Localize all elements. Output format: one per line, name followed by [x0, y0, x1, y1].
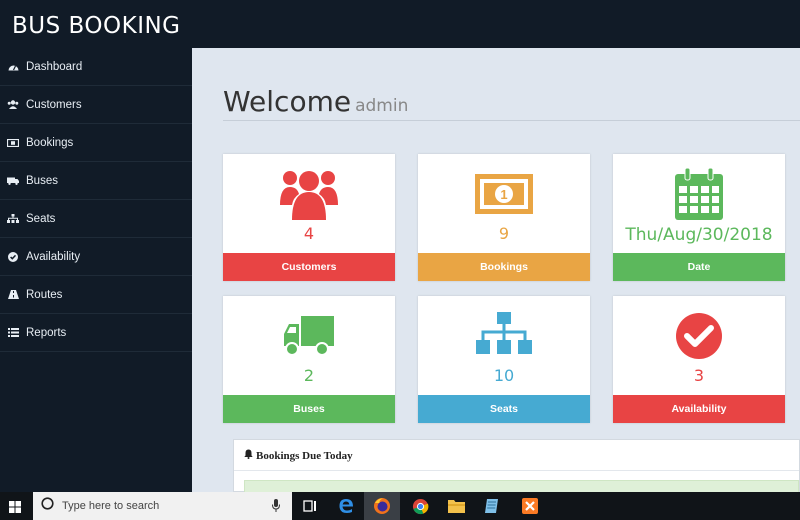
svg-text:1: 1 — [500, 187, 507, 202]
sidebar-item-label: Availability — [26, 250, 81, 263]
stat-card-date: Thu/Aug/30/2018 Date — [613, 154, 785, 281]
sidebar: Dashboard Customers Bookings Buses Seats… — [0, 48, 192, 492]
xampp-icon[interactable] — [512, 492, 548, 520]
top-bar: BUS BOOKING — [0, 0, 800, 48]
welcome-username: admin — [355, 96, 409, 116]
sidebar-item-label: Seats — [26, 212, 56, 225]
list-icon — [6, 326, 20, 340]
calendar-icon — [613, 164, 785, 224]
stat-card-availability: 3 Availability — [613, 296, 785, 423]
sidebar-item-buses[interactable]: Buses — [0, 162, 192, 200]
availability-count: 3 — [693, 366, 705, 385]
users-icon — [223, 164, 395, 224]
seats-icon — [6, 212, 20, 226]
sitemap-icon — [418, 306, 590, 366]
sidebar-item-seats[interactable]: Seats — [0, 200, 192, 238]
search-placeholder: Type here to search — [62, 500, 160, 512]
main-content: Welcome admin 4 Customers 1 9 Bookings T… — [192, 48, 800, 494]
sidebar-item-label: Reports — [26, 326, 67, 339]
truck-icon — [223, 306, 395, 366]
brand-title[interactable]: BUS BOOKING — [12, 13, 181, 39]
sidebar-item-availability[interactable]: Availability — [0, 238, 192, 276]
sidebar-item-customers[interactable]: Customers — [0, 86, 192, 124]
panel-title: Bookings Due Today — [244, 449, 353, 462]
panel-divider — [234, 470, 799, 471]
panel-title-text: Bookings Due Today — [256, 449, 353, 462]
road-icon — [6, 288, 20, 302]
stat-card-bookings: 1 9 Bookings — [418, 154, 590, 281]
taskbar: Type here to search — [0, 492, 800, 520]
sidebar-item-routes[interactable]: Routes — [0, 276, 192, 314]
bookings-button[interactable]: Bookings — [418, 253, 590, 281]
welcome-text: Welcome — [223, 85, 352, 118]
availability-button[interactable]: Availability — [613, 395, 785, 423]
sidebar-item-label: Customers — [26, 98, 82, 111]
sidebar-item-dashboard[interactable]: Dashboard — [0, 48, 192, 86]
notes-app-icon[interactable] — [474, 492, 510, 520]
sidebar-item-reports[interactable]: Reports — [0, 314, 192, 352]
chrome-icon[interactable] — [402, 492, 438, 520]
cortana-icon — [41, 497, 54, 515]
check-circle-icon — [6, 250, 20, 264]
customers-count: 4 — [303, 224, 315, 243]
bookings-due-panel: Bookings Due Today — [233, 439, 800, 494]
customers-button[interactable]: Customers — [223, 253, 395, 281]
taskbar-search-box[interactable]: Type here to search — [33, 492, 292, 520]
date-button[interactable]: Date — [613, 253, 785, 281]
sidebar-item-label: Bookings — [26, 136, 74, 149]
task-view-icon[interactable] — [292, 492, 328, 520]
microphone-icon[interactable] — [272, 499, 280, 517]
ticket-icon — [6, 136, 20, 150]
buses-button[interactable]: Buses — [223, 395, 395, 423]
firefox-icon[interactable] — [364, 492, 400, 520]
current-date: Thu/Aug/30/2018 — [625, 225, 773, 245]
edge-browser-icon[interactable] — [328, 492, 364, 520]
users-icon — [6, 98, 20, 112]
page-title: Welcome admin — [223, 85, 408, 118]
sidebar-item-label: Routes — [26, 288, 63, 301]
dashboard-icon — [6, 60, 20, 74]
sidebar-item-bookings[interactable]: Bookings — [0, 124, 192, 162]
stat-card-seats: 10 Seats — [418, 296, 590, 423]
stat-card-buses: 2 Buses — [223, 296, 395, 423]
sidebar-item-label: Dashboard — [26, 60, 83, 73]
money-icon: 1 — [418, 164, 590, 224]
title-divider — [223, 120, 800, 121]
sidebar-item-label: Buses — [26, 174, 58, 187]
windows-start-icon[interactable] — [9, 500, 21, 518]
seats-button[interactable]: Seats — [418, 395, 590, 423]
bell-icon — [244, 449, 253, 462]
bus-icon — [6, 174, 20, 188]
seats-count: 10 — [493, 366, 515, 385]
file-explorer-icon[interactable] — [438, 492, 474, 520]
buses-count: 2 — [303, 366, 315, 385]
check-circle-icon — [613, 306, 785, 366]
stat-card-customers: 4 Customers — [223, 154, 395, 281]
bookings-count: 9 — [498, 224, 510, 243]
